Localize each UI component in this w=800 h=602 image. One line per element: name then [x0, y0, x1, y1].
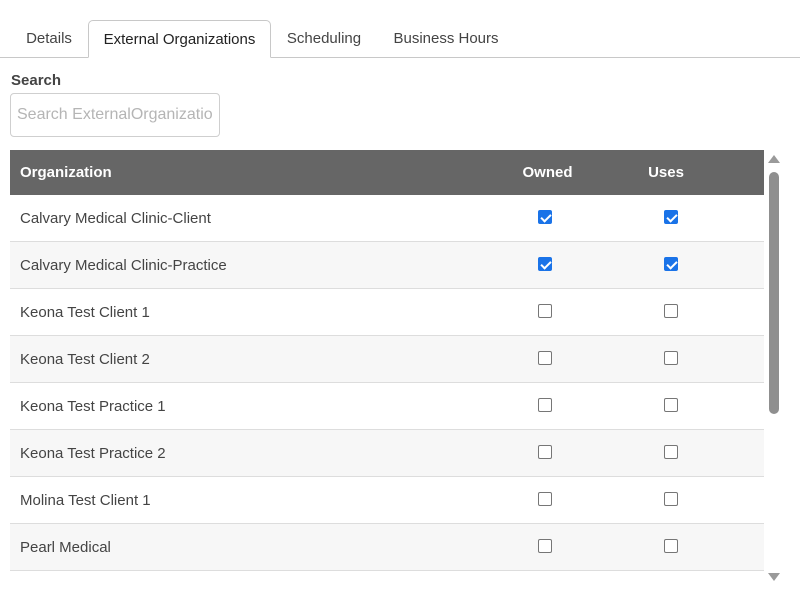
- column-header-organization: Organization: [20, 164, 112, 181]
- owned-checkbox[interactable]: [538, 492, 552, 506]
- table-row: Calvary Medical Clinic-Practice: [10, 242, 764, 289]
- table-row: Keona Test Practice 2: [10, 430, 764, 477]
- owned-checkbox[interactable]: [538, 210, 552, 224]
- uses-checkbox[interactable]: [664, 445, 678, 459]
- uses-checkbox[interactable]: [664, 210, 678, 224]
- table-row: Pearl Medical: [10, 524, 764, 571]
- organization-name: Molina Test Client 1: [20, 492, 151, 509]
- table-row: Keona Test Client 1: [10, 289, 764, 336]
- organizations-table: Organization Owned Uses Calvary Medical …: [10, 150, 764, 586]
- table-row: [10, 571, 764, 586]
- uses-checkbox[interactable]: [664, 398, 678, 412]
- tab-business-hours[interactable]: Business Hours: [377, 20, 515, 58]
- table-header: Organization Owned Uses: [10, 150, 764, 195]
- table-row: Calvary Medical Clinic-Client: [10, 195, 764, 242]
- owned-checkbox[interactable]: [538, 539, 552, 553]
- tab-details[interactable]: Details: [10, 20, 88, 58]
- search-label: Search: [11, 72, 62, 89]
- owned-checkbox[interactable]: [538, 257, 552, 271]
- table-row: Molina Test Client 1: [10, 477, 764, 524]
- uses-checkbox[interactable]: [664, 257, 678, 271]
- owned-checkbox[interactable]: [538, 304, 552, 318]
- tab-scheduling[interactable]: Scheduling: [271, 20, 377, 58]
- organization-name: Calvary Medical Clinic-Client: [20, 210, 211, 227]
- organization-name: Calvary Medical Clinic-Practice: [20, 257, 227, 274]
- owned-checkbox[interactable]: [538, 398, 552, 412]
- organization-name: Keona Test Practice 2: [20, 445, 166, 462]
- uses-checkbox[interactable]: [664, 492, 678, 506]
- organization-name: Pearl Medical: [20, 539, 111, 556]
- table-row: Keona Test Practice 1: [10, 383, 764, 430]
- scroll-up-icon[interactable]: [768, 155, 780, 163]
- table-scrollbar[interactable]: [764, 150, 784, 586]
- column-header-uses: Uses: [648, 164, 684, 181]
- organization-name: Keona Test Client 2: [20, 351, 150, 368]
- organization-name: Keona Test Practice 1: [20, 398, 166, 415]
- scroll-down-icon[interactable]: [768, 573, 780, 581]
- tab-bar: Details External Organizations Schedulin…: [0, 20, 800, 58]
- uses-checkbox[interactable]: [664, 351, 678, 365]
- organization-name: Keona Test Client 1: [20, 304, 150, 321]
- uses-checkbox[interactable]: [664, 304, 678, 318]
- search-input[interactable]: [10, 93, 220, 137]
- owned-checkbox[interactable]: [538, 445, 552, 459]
- table-row: Keona Test Client 2: [10, 336, 764, 383]
- owned-checkbox[interactable]: [538, 351, 552, 365]
- tab-external-organizations[interactable]: External Organizations: [88, 20, 271, 58]
- uses-checkbox[interactable]: [664, 539, 678, 553]
- scrollbar-thumb[interactable]: [769, 172, 779, 414]
- column-header-owned: Owned: [522, 164, 573, 181]
